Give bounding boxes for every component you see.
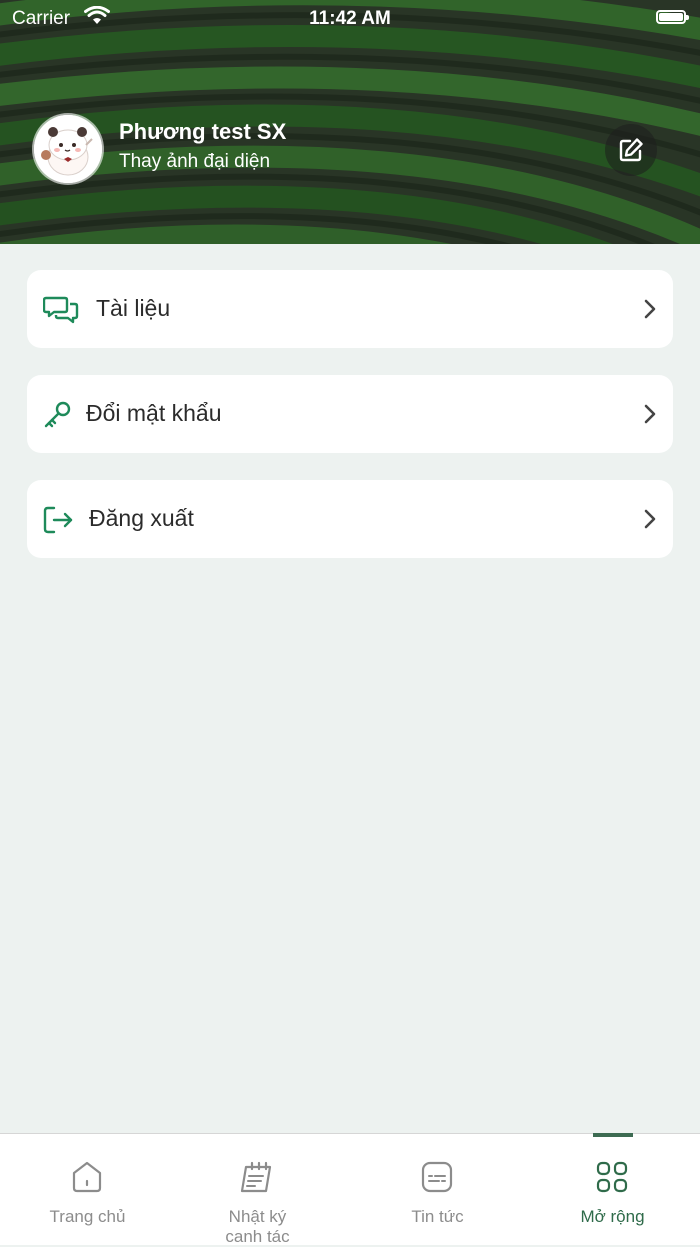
status-bar: Carrier 11:42 AM	[0, 0, 700, 36]
active-tab-indicator	[593, 1133, 633, 1137]
tab-news[interactable]: Tin tức	[350, 1134, 525, 1245]
tab-label: Tin tức	[411, 1207, 464, 1226]
key-icon	[44, 401, 71, 428]
change-avatar-link[interactable]: Thay ảnh đại diện	[119, 151, 270, 173]
edit-icon	[619, 138, 643, 162]
battery-icon	[656, 10, 689, 24]
menu-item-logout[interactable]: Đăng xuất	[27, 480, 673, 558]
edit-profile-button[interactable]	[605, 124, 657, 176]
settings-menu: Tài liệu Đổi mật khẩu Đăng xuất	[27, 270, 673, 585]
menu-item-change-password[interactable]: Đổi mật khẩu	[27, 375, 673, 453]
menu-item-label: Tài liệu	[96, 295, 171, 321]
tab-farming-diary[interactable]: Nhật ký canh tác	[170, 1134, 345, 1247]
logout-icon	[43, 506, 73, 534]
tab-label: Nhật ký canh tác	[170, 1207, 345, 1247]
news-icon	[421, 1161, 453, 1193]
panda-avatar-icon	[34, 115, 102, 183]
menu-item-documents[interactable]: Tài liệu	[27, 270, 673, 348]
tab-label-line: Nhật ký	[228, 1207, 287, 1226]
chevron-right-icon	[644, 404, 656, 424]
tea-field-background	[0, 0, 700, 244]
profile-header: Carrier 11:42 AM Phương test SX Thay ảnh…	[0, 0, 700, 244]
menu-item-label: Đổi mật khẩu	[86, 400, 222, 426]
chevron-right-icon	[644, 509, 656, 529]
avatar[interactable]	[34, 115, 102, 183]
home-icon	[72, 1161, 102, 1193]
user-name: Phương test SX	[119, 119, 287, 144]
tab-label: Trang chủ	[49, 1207, 126, 1226]
menu-item-label: Đăng xuất	[89, 505, 194, 531]
tab-label-line: canh tác	[225, 1227, 290, 1246]
tab-label: Mở rộng	[580, 1207, 645, 1226]
chevron-right-icon	[644, 299, 656, 319]
tab-home[interactable]: Trang chủ	[0, 1134, 175, 1245]
status-time: 11:42 AM	[309, 8, 391, 29]
grid-icon	[596, 1161, 628, 1193]
tab-more[interactable]: Mở rộng	[525, 1133, 700, 1245]
bottom-tab-bar: Trang chủ Nhật ký canh tác Tin tức Mở rộ…	[0, 1133, 700, 1247]
chat-bubbles-icon	[43, 296, 79, 324]
notebook-icon	[240, 1161, 272, 1193]
